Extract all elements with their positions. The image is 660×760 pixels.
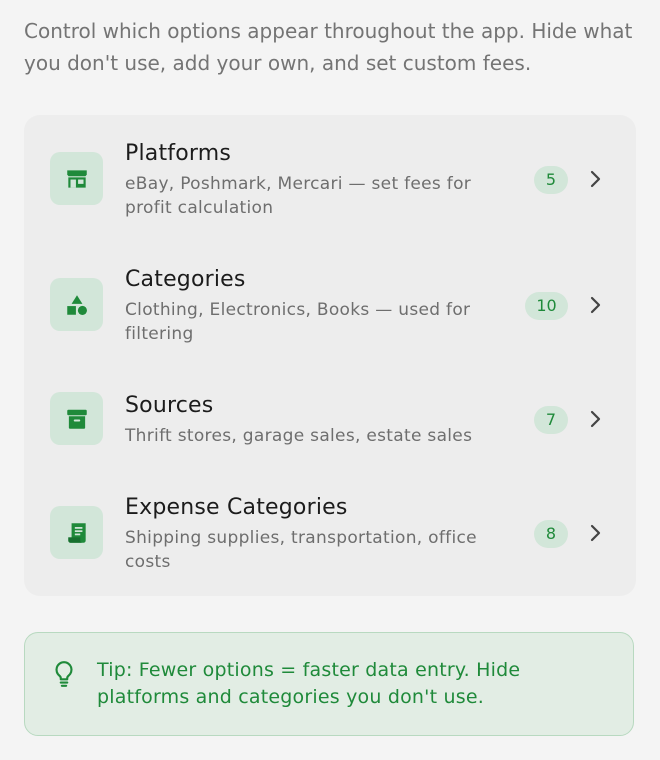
item-title: Sources xyxy=(125,393,214,418)
settings-item-sources[interactable]: Sources Thrift stores, garage sales, est… xyxy=(24,367,636,477)
settings-item-platforms[interactable]: Platforms eBay, Poshmark, Mercari — set … xyxy=(24,115,636,225)
receipt-icon xyxy=(50,506,103,559)
chevron-right-icon xyxy=(587,409,603,429)
chevron-right-icon xyxy=(587,523,603,543)
count-badge: 7 xyxy=(534,406,568,434)
tip-text: Tip: Fewer options = faster data entry. … xyxy=(97,659,521,708)
lightbulb-icon xyxy=(51,659,77,689)
count-badge: 10 xyxy=(525,292,568,320)
item-title: Platforms xyxy=(125,141,232,166)
item-description: Thrift stores, garage sales, estate sale… xyxy=(125,426,473,446)
chevron-right-icon xyxy=(587,295,603,315)
item-title: Categories xyxy=(125,267,246,292)
tip-banner: Tip: Fewer options = faster data entry. … xyxy=(24,632,634,736)
item-description: Shipping supplies, transportation, offic… xyxy=(125,528,477,572)
settings-list: Platforms eBay, Poshmark, Mercari — set … xyxy=(24,115,636,596)
count-badge: 5 xyxy=(534,166,568,194)
settings-item-categories[interactable]: Categories Clothing, Electronics, Books … xyxy=(24,241,636,351)
item-description: eBay, Poshmark, Mercari — set fees for p… xyxy=(125,174,472,218)
storefront-icon xyxy=(50,152,103,205)
settings-item-expense-categories[interactable]: Expense Categories Shipping supplies, tr… xyxy=(24,469,636,579)
chevron-right-icon xyxy=(587,169,603,189)
item-description: Clothing, Electronics, Books — used for … xyxy=(125,300,471,344)
archive-box-icon xyxy=(50,392,103,445)
item-title: Expense Categories xyxy=(125,495,348,520)
count-badge: 8 xyxy=(534,520,568,548)
intro-text: Control which options appear throughout … xyxy=(24,19,633,75)
shapes-icon xyxy=(50,278,103,331)
